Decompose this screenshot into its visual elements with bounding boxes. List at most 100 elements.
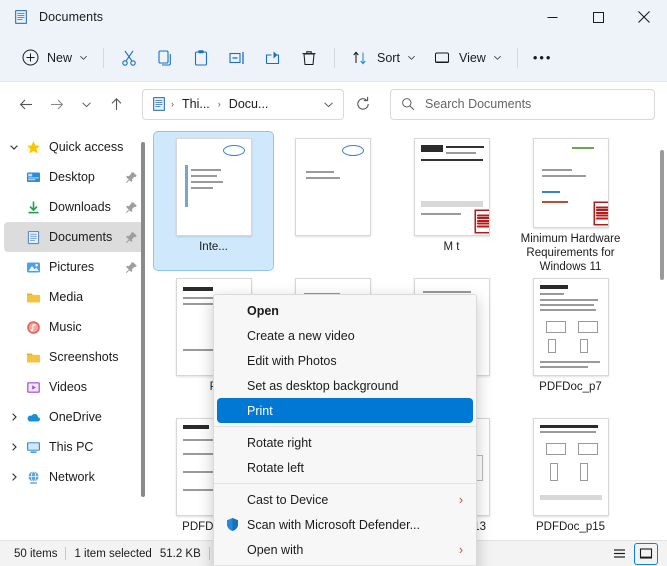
content-scrollbar-thumb[interactable] <box>660 150 664 280</box>
details-view-button[interactable] <box>607 543 631 565</box>
pin-icon-documents[interactable] <box>122 231 140 244</box>
context-menu-item-cast-to-device[interactable]: Cast to Device › <box>217 487 473 512</box>
paste-button[interactable] <box>183 42 219 74</box>
documents-folder-icon-crumb <box>153 97 165 111</box>
shield-icon <box>217 517 247 532</box>
large-icons-view-button[interactable] <box>634 542 658 565</box>
content-scrollbar[interactable] <box>658 128 666 538</box>
maximize-button[interactable] <box>575 0 621 34</box>
file-tile[interactable]: Inte... <box>153 131 274 271</box>
sidebar-item-desktop[interactable]: Desktop <box>4 162 144 192</box>
file-thumbnail: 🗏 <box>413 138 490 236</box>
context-menu-item-rotate-left[interactable]: Rotate left <box>217 455 473 480</box>
context-menu-item-edit-with-photos[interactable]: Edit with Photos <box>217 348 473 373</box>
chevron-down-icon-sort <box>407 55 415 60</box>
onedrive-icon <box>24 410 42 425</box>
documents-icon <box>24 230 42 245</box>
music-icon <box>24 320 42 335</box>
sidebar-label-quick-access: Quick access <box>49 140 124 154</box>
recent-locations-button[interactable] <box>72 90 100 118</box>
view-button-label: View <box>458 50 486 65</box>
cut-button[interactable] <box>111 42 147 74</box>
sidebar-item-this-pc[interactable]: This PC <box>4 432 144 462</box>
window-title: Documents <box>39 10 104 24</box>
back-button[interactable] <box>12 90 40 118</box>
sidebar-item-downloads[interactable]: Downloads <box>4 192 144 222</box>
new-button[interactable]: New <box>12 42 96 74</box>
context-menu-item-rotate-right[interactable]: Rotate right <box>217 430 473 455</box>
search-input[interactable]: Search Documents <box>425 97 531 111</box>
sidebar-item-quick-access[interactable]: Quick access <box>4 132 144 162</box>
forward-button[interactable] <box>42 90 70 118</box>
refresh-button[interactable] <box>348 89 378 119</box>
sidebar-item-videos[interactable]: Videos <box>4 372 144 402</box>
view-icon <box>432 48 452 68</box>
sidebar-item-documents[interactable]: Documents <box>4 222 144 252</box>
pin-icon-desktop[interactable] <box>122 171 140 184</box>
file-label: Minimum Hardware Requirements for Window… <box>520 232 621 270</box>
context-menu-item-create-a-new-video[interactable]: Create a new video <box>217 323 473 348</box>
file-tile[interactable] <box>273 132 392 270</box>
sidebar-label-media: Media <box>49 290 84 304</box>
sort-button[interactable]: Sort <box>342 42 424 74</box>
folder-icon-screenshots <box>24 350 42 365</box>
minimize-button[interactable] <box>529 0 575 34</box>
sidebar-label-pictures: Pictures <box>49 260 95 274</box>
context-menu-item-print[interactable]: Print <box>217 398 473 423</box>
sidebar-label-network: Network <box>49 470 95 484</box>
share-button[interactable] <box>255 42 291 74</box>
search-box[interactable]: Search Documents <box>390 88 655 120</box>
sidebar-item-network[interactable]: Network <box>4 462 144 492</box>
rename-button[interactable] <box>219 42 255 74</box>
up-button[interactable] <box>102 90 130 118</box>
pin-icon-downloads[interactable] <box>122 201 140 214</box>
rename-icon <box>227 48 247 68</box>
view-button[interactable]: View <box>424 42 510 74</box>
file-thumbnail <box>294 138 371 236</box>
intel-logo-icon <box>222 145 245 156</box>
sidebar-item-music[interactable]: Music <box>4 312 144 342</box>
sidebar-item-onedrive[interactable]: OneDrive <box>4 402 144 432</box>
file-tile[interactable]: PDFDoc_p7 <box>511 272 630 410</box>
documents-folder-icon <box>15 10 27 24</box>
file-tile[interactable]: PDFDoc_p15 <box>511 412 630 540</box>
close-button[interactable] <box>621 0 667 34</box>
chevron-right-icon-network[interactable] <box>4 472 24 482</box>
plus-circle-icon <box>20 48 40 68</box>
chevron-right-icon-this-pc[interactable] <box>4 442 24 452</box>
more-options-button[interactable]: ••• <box>525 42 561 74</box>
title-bar: Documents <box>0 0 667 34</box>
sidebar-scrollbar[interactable] <box>140 132 146 538</box>
chevron-right-icon-onedrive[interactable] <box>4 412 24 422</box>
window-controls <box>529 0 667 34</box>
sidebar-item-media[interactable]: Media <box>4 282 144 312</box>
context-menu-separator <box>214 426 476 427</box>
sidebar-item-screenshots[interactable]: Screenshots <box>4 342 144 372</box>
delete-button[interactable] <box>291 42 327 74</box>
chevron-down-icon-quick-access[interactable] <box>4 142 24 152</box>
sidebar-label-screenshots: Screenshots <box>49 350 119 364</box>
breadcrumb-chevron-down-icon[interactable] <box>317 92 339 116</box>
breadcrumb[interactable]: › Thi... › Docu... <box>142 88 344 120</box>
context-menu-item-open-with[interactable]: Open with › <box>217 537 473 562</box>
breadcrumb-item-this-pc[interactable]: Thi... <box>178 95 214 113</box>
sidebar-scrollbar-thumb[interactable] <box>141 142 145 497</box>
copy-button[interactable] <box>147 42 183 74</box>
file-thumbnail <box>175 138 252 236</box>
breadcrumb-item-documents[interactable]: Docu... <box>225 95 273 113</box>
command-bar: New Sort View ••• <box>0 34 667 82</box>
sidebar-item-pictures[interactable]: Pictures <box>4 252 144 282</box>
status-size: 51.2 KB <box>159 547 201 560</box>
context-menu-item-scan-with-microsoft-defender[interactable]: Scan with Microsoft Defender... <box>217 512 473 537</box>
pin-icon-pictures[interactable] <box>122 261 140 274</box>
status-divider-2 <box>208 547 210 560</box>
file-tile[interactable]: 🗏 M t <box>392 132 511 270</box>
ellipsis-icon: ••• <box>532 50 553 65</box>
status-item-count: 50 items <box>14 547 58 560</box>
sort-icon <box>350 48 370 68</box>
toolbar-divider-2 <box>334 47 336 68</box>
context-menu[interactable]: Open Create a new video Edit with Photos… <box>213 294 477 566</box>
context-menu-item-set-as-desktop-background[interactable]: Set as desktop background <box>217 373 473 398</box>
context-menu-item-open[interactable]: Open <box>217 298 473 323</box>
file-tile[interactable]: 🗏 Minimum Hardware Requirements for Wind… <box>511 132 630 270</box>
